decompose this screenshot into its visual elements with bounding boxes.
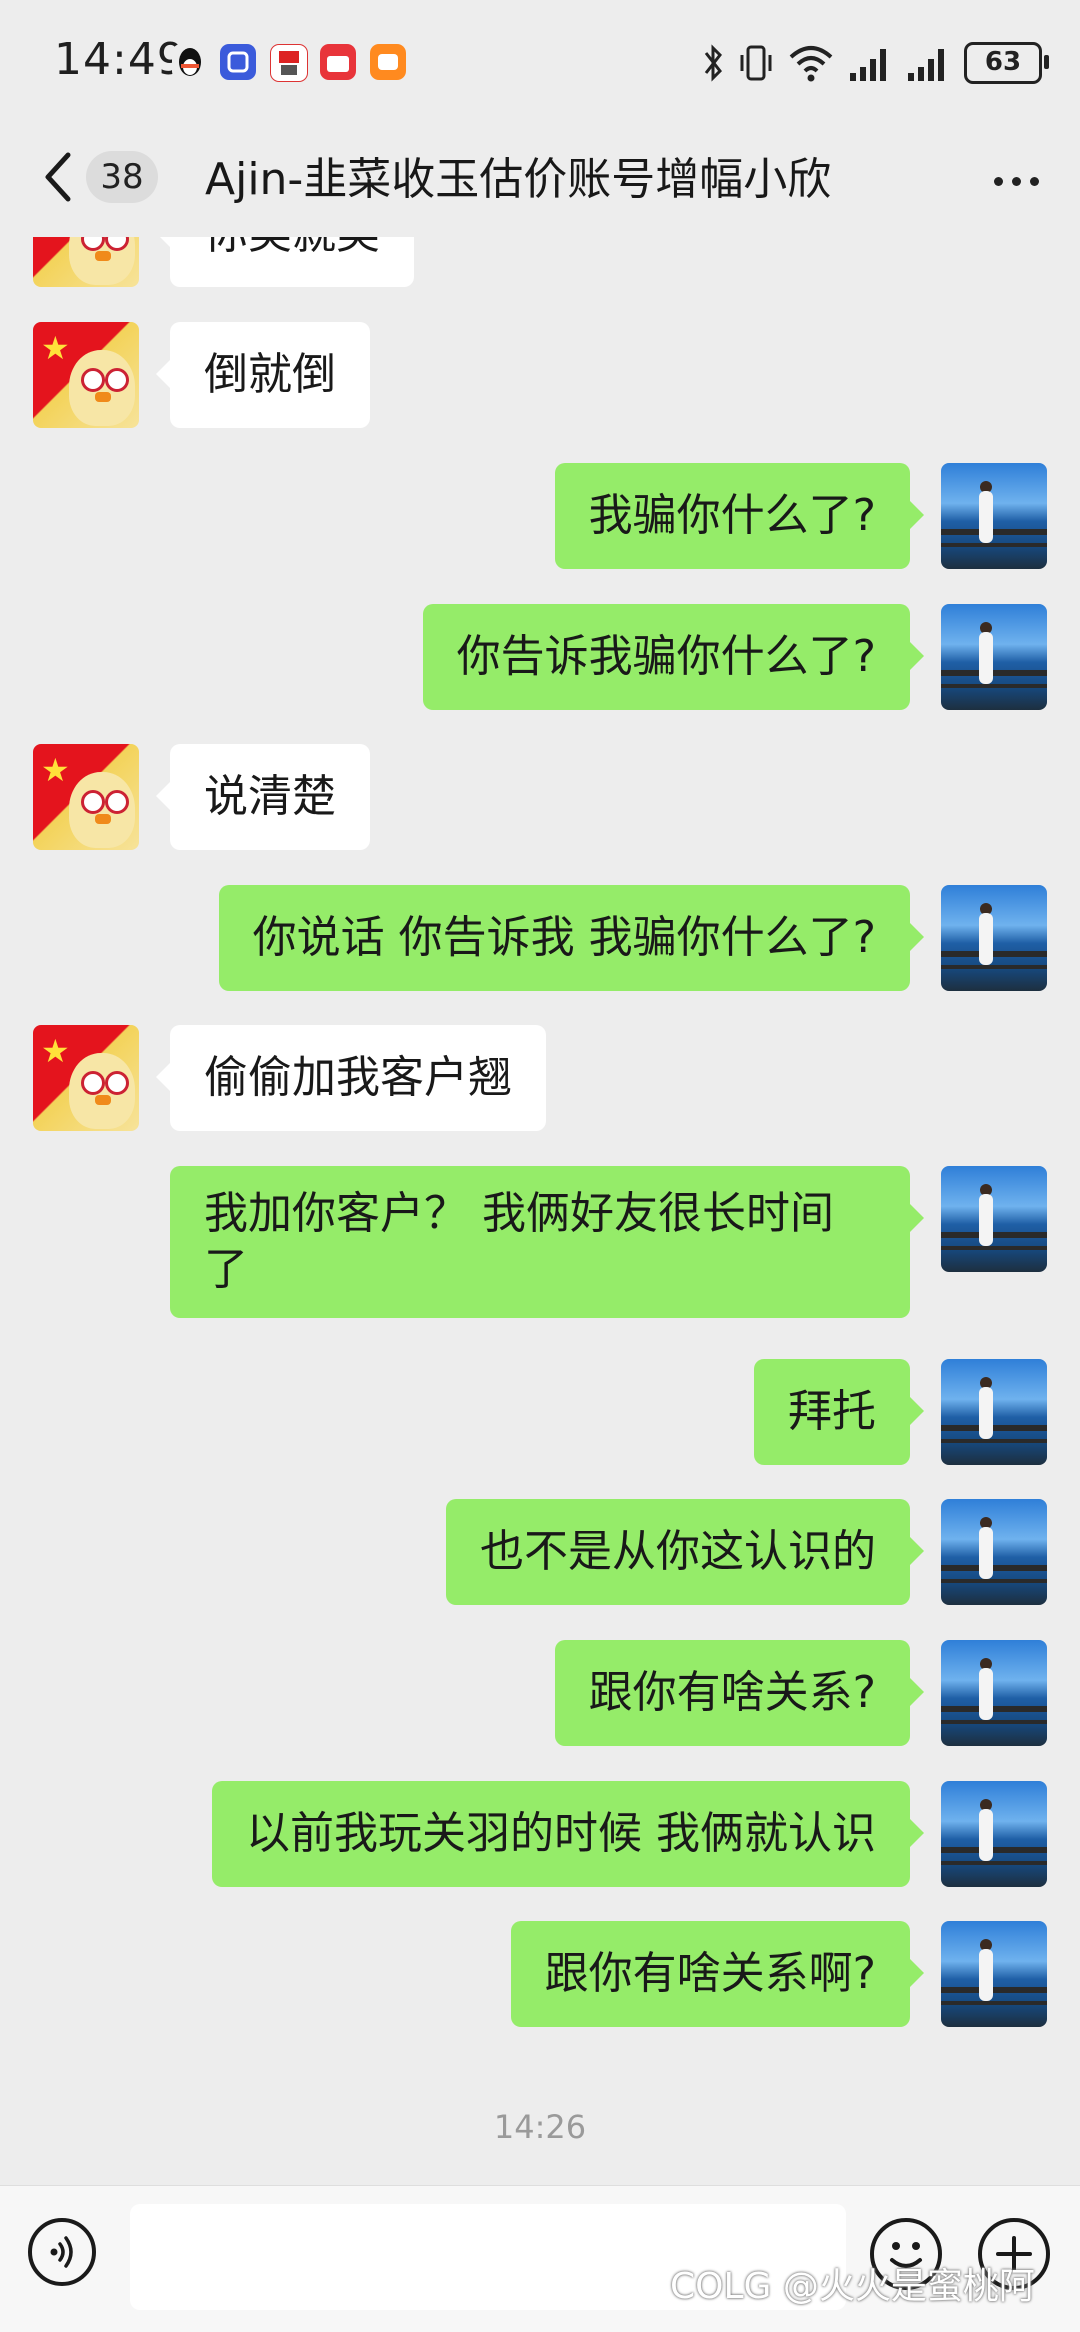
contact-avatar[interactable]: ★ <box>33 1025 139 1131</box>
message-list[interactable]: ★ 你美就美 ★ 倒就倒 我骗你什么了? 你告诉我骗你什么了? ★ 说清楚 <box>0 237 1080 2185</box>
sent-message-bubble[interactable]: 我骗你什么了? <box>554 463 925 569</box>
my-avatar[interactable] <box>941 1640 1047 1746</box>
vibrate-icon <box>740 45 772 81</box>
my-avatar[interactable] <box>941 885 1047 991</box>
sent-message-bubble[interactable]: 你说话 你告诉我 我骗你什么了? <box>218 885 925 991</box>
sent-message-bubble[interactable]: 跟你有啥关系啊? <box>510 1921 925 2027</box>
tieba-icon <box>220 44 256 80</box>
more-dot-icon <box>1012 177 1021 186</box>
my-avatar[interactable] <box>941 1499 1047 1605</box>
unread-count-badge: 38 <box>86 151 158 203</box>
sent-message-bubble[interactable]: 也不是从你这认识的 <box>446 1499 924 1605</box>
orange-app-icon <box>370 44 406 80</box>
sent-message-bubble[interactable]: 以前我玩关羽的时候 我俩就认识 <box>212 1781 924 1887</box>
my-avatar[interactable] <box>941 1166 1047 1272</box>
my-avatar[interactable] <box>941 1921 1047 2027</box>
sent-message-bubble[interactable]: 拜托 <box>754 1359 924 1465</box>
my-avatar[interactable] <box>941 1781 1047 1887</box>
my-avatar[interactable] <box>941 604 1047 710</box>
sent-message-bubble[interactable]: 跟你有啥关系? <box>554 1640 925 1746</box>
status-bar: 14:49 63 <box>0 0 1080 125</box>
contact-avatar[interactable]: ★ <box>33 237 139 287</box>
chat-title: Ajin-韭菜收玉估价账号增幅小欣 <box>205 154 832 205</box>
received-message-bubble[interactable]: 说清楚 <box>156 744 370 850</box>
contact-avatar[interactable]: ★ <box>33 744 139 850</box>
more-dot-icon <box>1030 177 1039 186</box>
battery-indicator: 63 <box>964 42 1049 84</box>
qq-icon <box>172 44 208 80</box>
voice-icon <box>50 2236 73 2268</box>
status-indicators: 63 <box>702 40 1049 86</box>
wifi-icon <box>789 46 833 82</box>
my-avatar[interactable] <box>941 1359 1047 1465</box>
chevron-left-icon <box>45 152 71 202</box>
back-button[interactable] <box>38 147 78 207</box>
status-time: 14:49 <box>54 34 186 85</box>
bluetooth-icon <box>704 44 722 82</box>
sent-message-bubble[interactable]: 你告诉我骗你什么了? <box>422 604 925 710</box>
more-options-button[interactable] <box>986 161 1046 201</box>
voice-input-button[interactable] <box>28 2218 96 2286</box>
message-timestamp: 14:26 <box>493 2108 587 2146</box>
received-message-bubble[interactable]: 偷偷加我客户翘 <box>156 1025 546 1131</box>
kfc-coffee-icon <box>270 44 308 82</box>
contact-avatar[interactable]: ★ <box>33 322 139 428</box>
signal-icon <box>908 49 944 81</box>
waimai-icon <box>320 44 356 80</box>
chat-header: 38 Ajin-韭菜收玉估价账号增幅小欣 <box>0 125 1080 237</box>
my-avatar[interactable] <box>941 463 1047 569</box>
watermark: COLG @火火是蜜桃阿 <box>670 2266 1035 2307</box>
received-message-bubble[interactable]: 倒就倒 <box>156 322 370 428</box>
received-message-bubble[interactable]: 你美就美 <box>156 237 414 287</box>
more-dot-icon <box>994 177 1003 186</box>
signal-icon <box>850 49 886 81</box>
sent-message-bubble[interactable]: 我加你客户？ 我俩好友很长时间了 <box>170 1166 924 1318</box>
